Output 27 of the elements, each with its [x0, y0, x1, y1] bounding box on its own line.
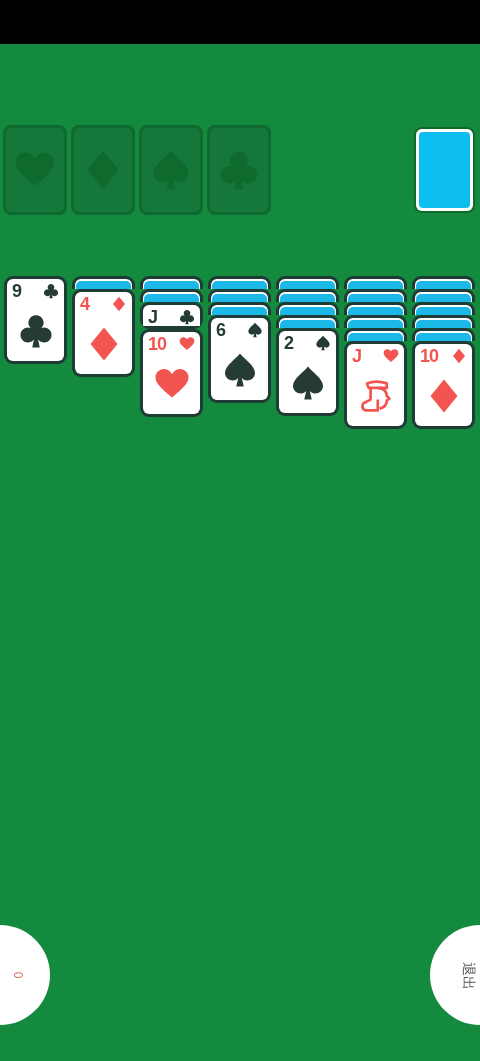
stock-pile[interactable]: [414, 127, 475, 213]
card-rank: 4: [80, 295, 90, 313]
playing-card[interactable]: 2: [276, 328, 339, 416]
card-rank: J: [352, 347, 362, 365]
club-icon: [43, 283, 59, 299]
club-large-icon: [17, 312, 54, 349]
card-rank: 10: [148, 335, 167, 353]
card-rank: J: [148, 308, 158, 326]
foundation-slot[interactable]: [139, 125, 203, 215]
exit-button[interactable]: 退出: [430, 925, 480, 1025]
card-rank: 9: [12, 282, 22, 300]
foundation-slot[interactable]: [207, 125, 271, 215]
card-rank: 10: [420, 347, 439, 365]
club-icon: [179, 309, 195, 325]
card-rank: 6: [216, 321, 226, 339]
spade-icon: [247, 322, 263, 338]
spade-icon: [315, 335, 331, 351]
heart-icon: [179, 336, 195, 352]
foundation-slot[interactable]: [3, 125, 67, 215]
playing-card[interactable]: 6: [208, 315, 271, 403]
playing-card[interactable]: J: [140, 302, 203, 329]
playing-card[interactable]: 9: [4, 276, 67, 364]
diamond-icon: [451, 348, 467, 364]
heart-icon: [383, 348, 399, 364]
diamond-icon: [111, 296, 127, 312]
card-rank: 2: [284, 334, 294, 352]
foundation-slot[interactable]: [71, 125, 135, 215]
